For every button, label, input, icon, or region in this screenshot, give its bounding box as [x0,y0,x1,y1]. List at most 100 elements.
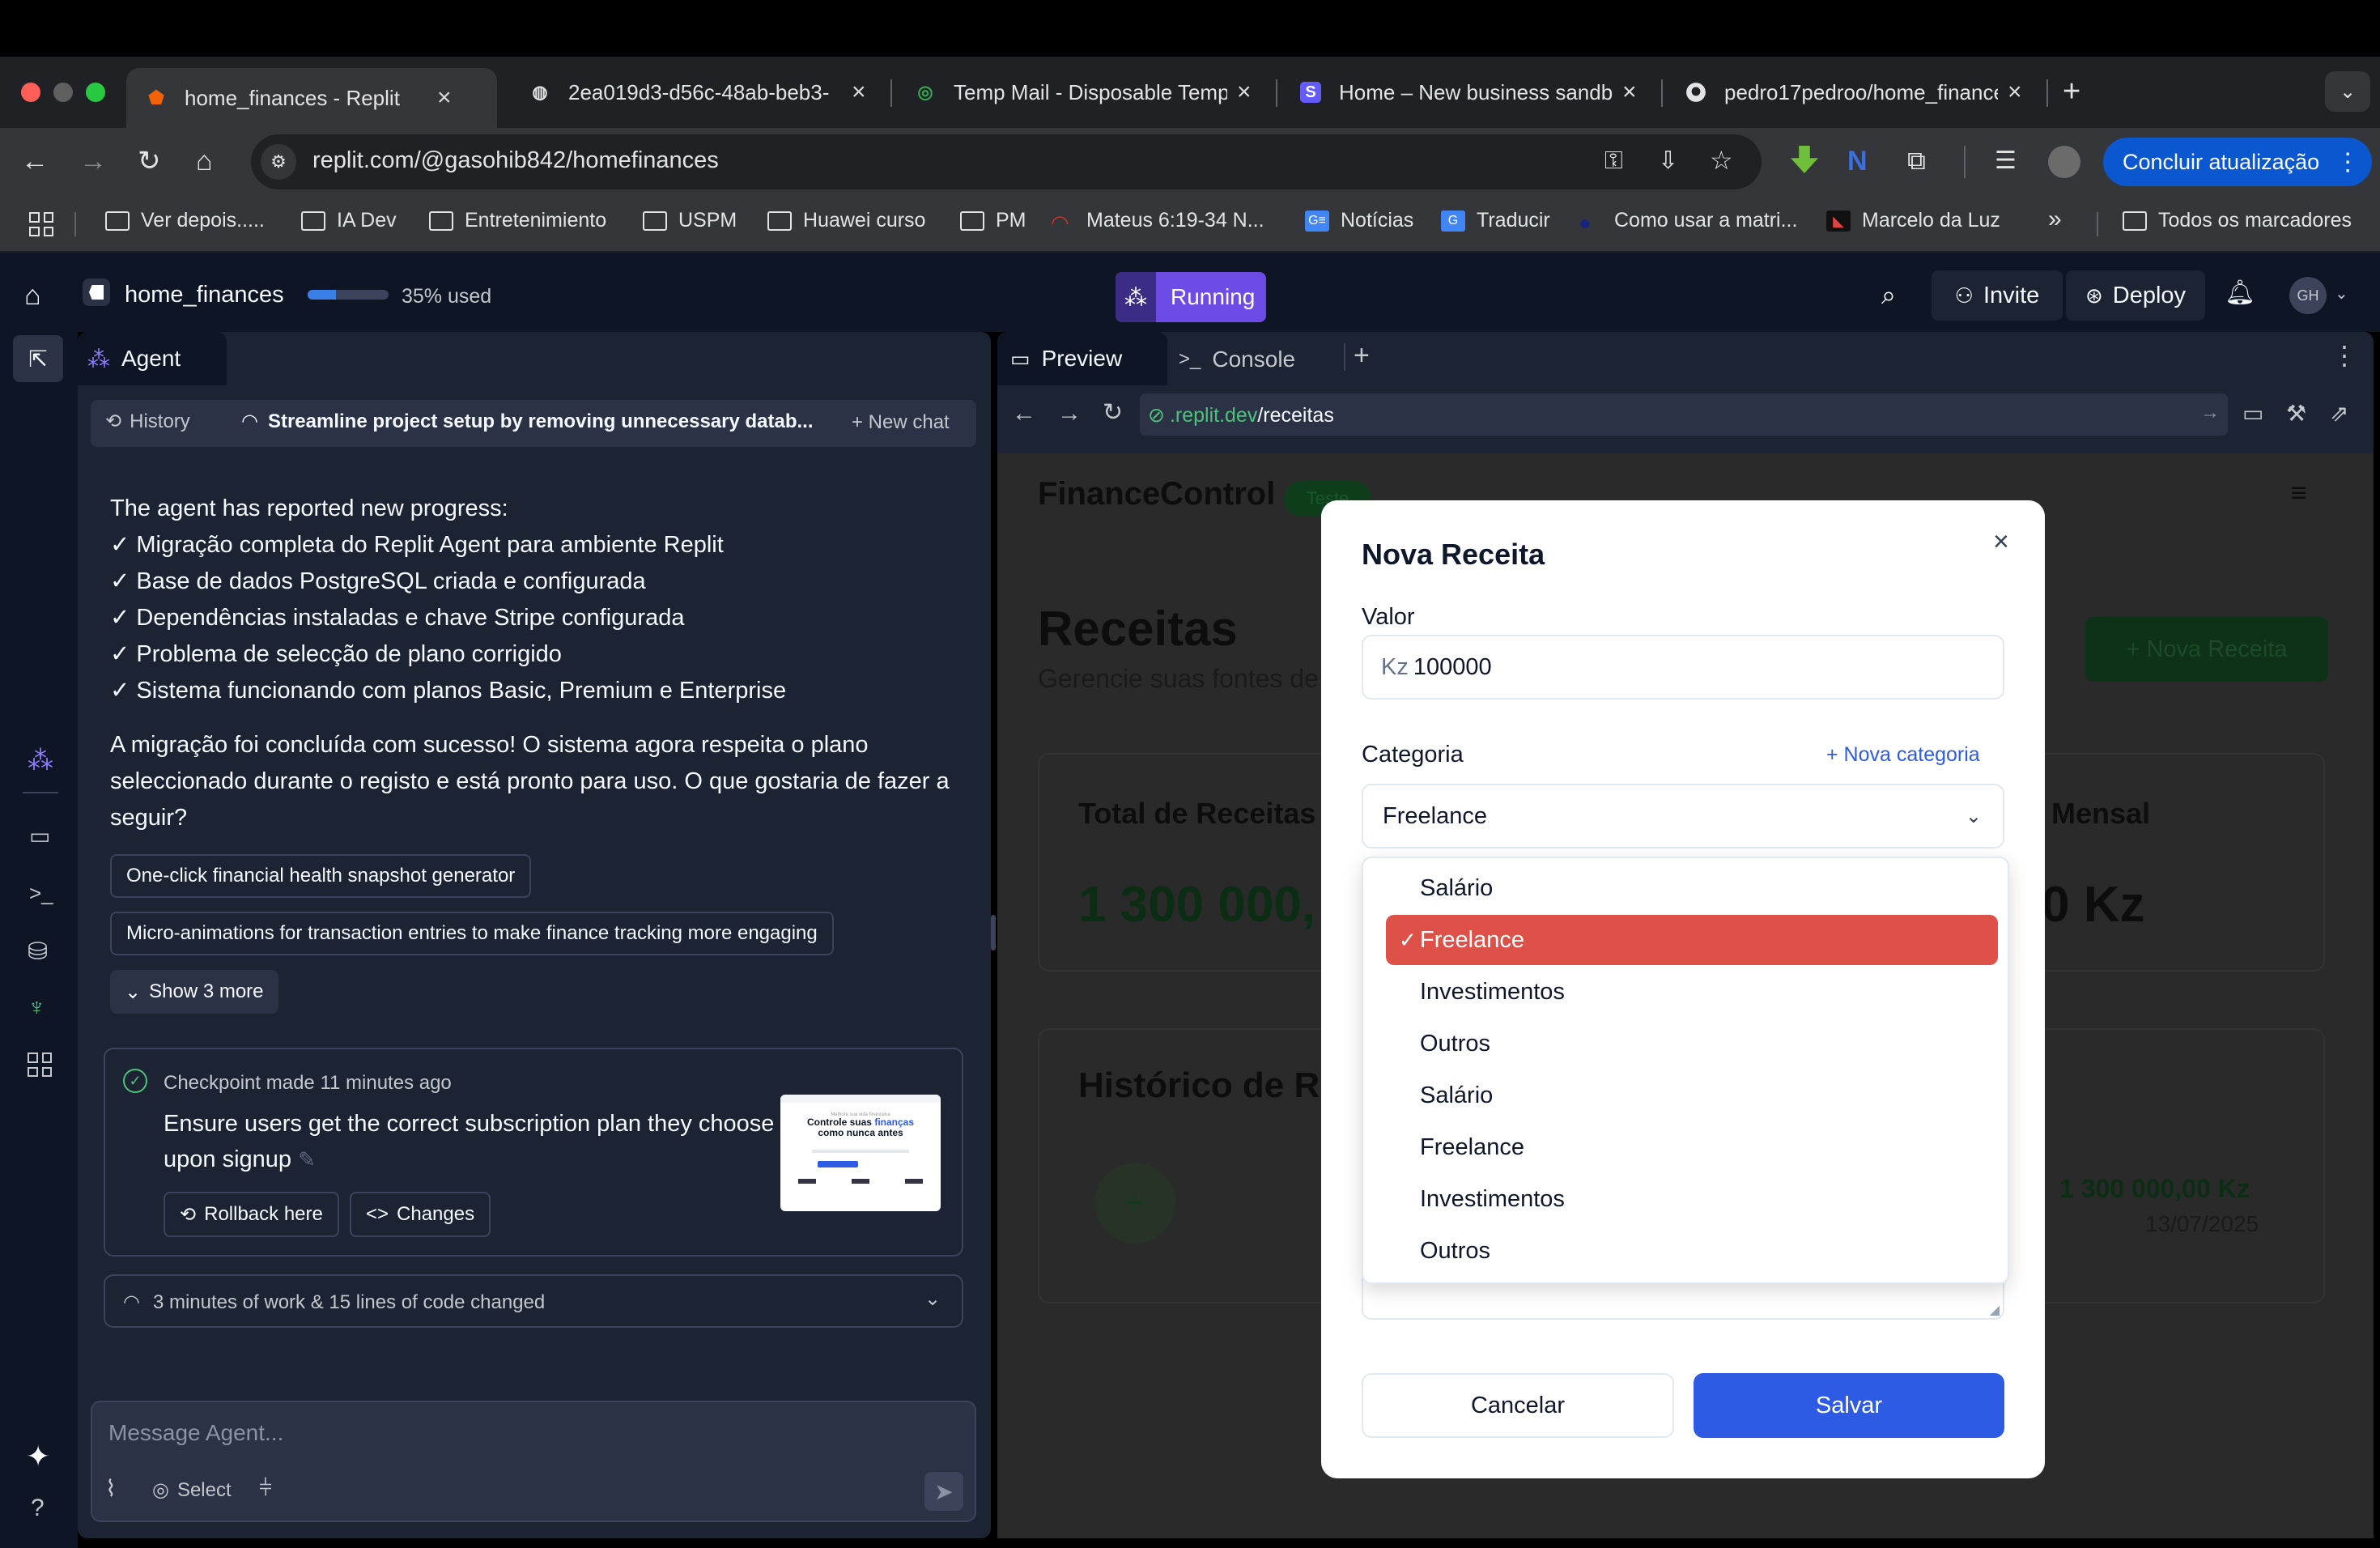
url-text[interactable]: replit.com/@gasohib842/homefinances [312,147,719,174]
browser-tab-3[interactable]: ◎ Temp Mail - Disposable Temp × [895,68,1271,117]
categoria-option[interactable]: Investimentos [1386,967,1998,1017]
extensions-puzzle-icon[interactable]: ⧉ [1907,147,1926,173]
settings-sliders-icon[interactable]: ⫩ [259,1475,272,1502]
new-receita-button[interactable]: + Nova Receita [2085,617,2328,682]
console-rail-icon[interactable]: >_ [29,881,53,906]
close-window-dot[interactable] [21,83,40,102]
cancel-button[interactable]: Cancelar [1362,1373,1674,1438]
categoria-option[interactable]: Outros [1386,1019,1998,1069]
avatar[interactable]: GH [2289,277,2327,314]
password-key-icon[interactable]: ⚿ [1604,149,1623,173]
deploy-button[interactable]: ⊛ Deploy [2066,270,2205,321]
bookmark-folder-huawei[interactable]: Huawei curso [767,209,925,232]
tab-search-chevron-icon[interactable]: ⌄ [2325,71,2370,112]
resize-grip-icon[interactable]: ◢ [1990,1302,2000,1318]
all-bookmarks-folder[interactable]: Todos os marcadores [2123,209,2352,232]
n-extension-icon[interactable]: N [1847,146,1868,177]
more-vert-icon[interactable]: ⋮ [2331,340,2357,371]
close-tab-icon[interactable]: × [2008,79,2022,106]
tab-preview[interactable]: ▭ Preview [997,332,1167,385]
preview-rail-icon[interactable]: ▭ [29,823,50,849]
save-button[interactable]: Salvar [1694,1373,2004,1438]
bookmark-noticias[interactable]: G≡ Notícias [1305,209,1413,232]
bookmark-star-icon[interactable]: ☆ [1710,147,1733,173]
minimize-window-dot[interactable] [53,83,73,102]
media-queue-icon[interactable]: ☰ [1995,149,2017,173]
database-icon[interactable]: ⛁ [28,938,48,966]
reload-icon[interactable]: ↻ [138,147,161,175]
valor-input[interactable]: Kz 100000 [1362,635,2004,700]
select-button[interactable]: ◎ Select [152,1478,232,1502]
bookmarks-overflow-button[interactable]: » [2048,206,2062,233]
account-chevron-icon[interactable]: ⌄ [2335,283,2348,304]
edit-pencil-icon[interactable]: ✎ [298,1147,316,1172]
maximize-window-dot[interactable] [86,83,105,102]
suggestion-chip[interactable]: Micro-animations for transaction entries… [110,912,834,955]
panel-resize-handle[interactable] [991,915,996,950]
changes-button[interactable]: <> Changes [350,1192,491,1237]
notifications-bell-icon[interactable]: 🔔︎ [2225,279,2255,307]
home-icon[interactable]: ⌂ [24,280,41,312]
bookmark-folder-ver-depois[interactable]: Ver depois..... [105,209,265,232]
invite-button[interactable]: ⚇ Invite [1932,270,2063,321]
hamburger-menu-icon[interactable]: ≡ [2291,478,2307,509]
bookmark-marcelo[interactable]: ◣ Marcelo da Luz [1826,209,2000,232]
send-icon[interactable]: ➤ [924,1472,963,1511]
show-more-button[interactable]: ⌄ Show 3 more [110,970,278,1014]
running-button[interactable]: ⁂ Running [1116,272,1266,322]
bookmark-folder-pm[interactable]: PM [960,209,1026,232]
help-icon[interactable]: ? [31,1495,45,1522]
bookmark-como-usar[interactable]: ● Como usar a matri... [1579,209,1797,235]
browser-tab-2[interactable]: ◍ 2ea019d3-d56c-48ab-beb3- × [510,68,886,117]
open-new-window-icon[interactable]: ⇗ [2330,400,2348,427]
categoria-select[interactable]: Freelance ⌄ [1362,784,2004,848]
thread-title[interactable]: ◠ Streamline project setup by removing un… [241,410,814,433]
new-category-link[interactable]: + Nova categoria [1826,743,1980,767]
bookmark-folder-ia-dev[interactable]: IA Dev [301,209,397,232]
forward-icon[interactable]: → [79,147,107,175]
apps-grid-icon[interactable] [29,212,53,236]
preview-forward-icon[interactable]: → [1057,400,1082,427]
rollback-button[interactable]: ⟲ Rollback here [164,1192,339,1237]
close-tab-icon[interactable]: × [1237,79,1252,106]
suggestion-chip[interactable]: One-click financial health snapshot gene… [110,854,532,898]
bookmark-folder-entretenimiento[interactable]: Entretenimiento [429,209,606,232]
update-chrome-button[interactable]: Concluir atualização ⋮ [2103,138,2372,186]
categoria-option[interactable]: Outros [1386,1226,1998,1276]
bookmark-traducir[interactable]: G Traducir [1441,209,1550,232]
all-tools-grid-icon[interactable] [28,1053,52,1077]
close-icon[interactable]: × [1993,526,2009,558]
back-icon[interactable]: ← [21,147,49,175]
preview-reload-icon[interactable]: ↻ [1103,398,1123,427]
message-input[interactable] [91,1401,976,1522]
browser-tab-4[interactable]: S Home – New business sandb × [1281,68,1656,117]
deployments-icon[interactable]: ♆ [28,994,46,1022]
go-arrow-icon[interactable]: → [2200,402,2220,424]
home-icon[interactable]: ⌂ [196,147,213,175]
bookmark-mateus[interactable]: ◠ Mateus 6:19-34 N... [1051,209,1264,235]
tools-panel-icon[interactable]: ⇱ [13,335,63,382]
new-chat-button[interactable]: + New chat [852,411,950,434]
profile-avatar[interactable] [2048,146,2080,178]
project-name[interactable]: home_finances [125,282,284,308]
attach-icon[interactable]: ⌇ [105,1475,117,1502]
bookmark-folder-uspm[interactable]: USPM [643,209,737,232]
close-tab-icon[interactable]: × [852,79,866,106]
categoria-option[interactable]: Freelance [1386,1122,1998,1172]
categoria-option[interactable]: ✓ Freelance [1386,915,1998,965]
history-button[interactable]: ⟲ History [105,410,190,433]
search-icon[interactable]: ⌕ [1881,280,1896,311]
new-tab-button[interactable]: + [2063,74,2080,109]
browser-tab-replit[interactable]: ⬟ home_finances - Replit × [126,68,497,128]
chevron-down-icon[interactable]: ⌄ [924,1287,941,1311]
site-settings-icon[interactable]: ⚙ [261,144,296,180]
categoria-option[interactable]: Salário [1386,1070,1998,1121]
tab-agent[interactable]: ⁂ Agent [78,332,227,385]
close-tab-icon[interactable]: × [437,84,452,112]
close-tab-icon[interactable]: × [1622,79,1637,106]
brand-logo[interactable]: FinanceControl [1038,476,1275,512]
device-icon[interactable]: ▭ [2242,400,2263,427]
preview-back-icon[interactable]: ← [1012,400,1036,427]
install-app-icon[interactable]: ⇩ [1658,149,1678,173]
add-tab-button[interactable]: + [1354,340,1370,372]
